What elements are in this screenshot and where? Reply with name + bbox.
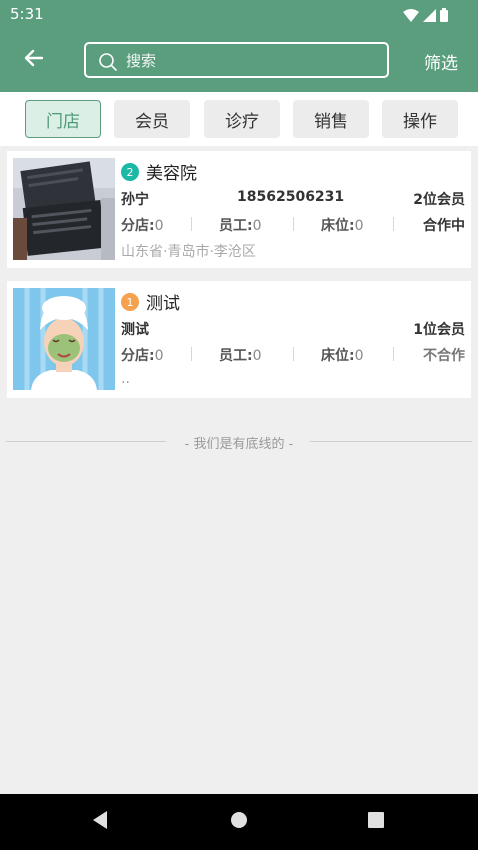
member-count: 1位会员 (413, 322, 465, 338)
search-icon (98, 52, 118, 76)
branch-count: 0 (154, 218, 164, 234)
contact-name: 测试 (121, 322, 149, 338)
divider (191, 217, 192, 231)
store-address: .. (121, 371, 130, 387)
divider (393, 347, 394, 361)
category-tabs: 门店 会员 诊疗 销售 操作 (0, 92, 478, 146)
status-time: 5:31 (10, 5, 44, 23)
branch-stat: 分店:0 (121, 215, 164, 235)
store-address: 山东省·青岛市·李沧区 (121, 244, 256, 260)
cellular-signal-icon (423, 7, 436, 26)
divider (293, 347, 294, 361)
status-icons (403, 7, 448, 26)
store-name: 美容院 (146, 164, 197, 184)
divider (191, 347, 192, 361)
staff-count: 0 (252, 218, 262, 234)
tab-operation[interactable]: 操作 (382, 100, 458, 138)
tab-sales[interactable]: 销售 (293, 100, 369, 138)
contact-phone: 18562506231 (237, 189, 345, 205)
branch-stat: 分店:0 (121, 345, 164, 365)
end-text: - 我们是有底线的 - (184, 437, 294, 452)
store-stats-row: 分店:0 员工:0 床位:0 合作中 (121, 215, 465, 235)
store-card[interactable]: 2 美容院 孙宁 18562506231 2位会员 分店:0 员工:0 床位:0… (7, 151, 471, 268)
nav-home-button[interactable] (227, 810, 251, 834)
cooperation-status: 合作中 (423, 218, 465, 234)
rank-badge: 1 (121, 293, 139, 311)
bed-label: 床位: (321, 348, 355, 364)
staff-label: 员工: (219, 348, 253, 364)
staff-label: 员工: (219, 218, 253, 234)
store-name: 测试 (146, 294, 180, 314)
divider (293, 217, 294, 231)
bed-stat: 床位:0 (321, 345, 364, 365)
nav-back-button[interactable] (88, 810, 112, 834)
bed-label: 床位: (321, 218, 355, 234)
bed-stat: 床位:0 (321, 215, 364, 235)
store-card[interactable]: 1 测试 测试 1位会员 分店:0 员工:0 床位:0 不合作 .. (7, 281, 471, 398)
contact-name: 孙宁 (121, 192, 149, 208)
member-count: 2位会员 (413, 192, 465, 208)
back-triangle-icon (91, 810, 109, 834)
bed-count: 0 (354, 218, 364, 234)
tab-treatment[interactable]: 诊疗 (204, 100, 280, 138)
nav-recents-button[interactable] (364, 810, 388, 834)
store-photo (13, 288, 115, 390)
app-bar: 筛选 (0, 28, 478, 92)
store-photo (13, 158, 115, 260)
staff-stat: 员工:0 (219, 215, 262, 235)
cooperation-status: 不合作 (423, 348, 465, 364)
recents-square-icon (367, 811, 385, 833)
divider (393, 217, 394, 231)
store-stats-row: 分店:0 员工:0 床位:0 不合作 (121, 345, 465, 365)
store-contact-row: 孙宁 18562506231 2位会员 (121, 189, 465, 209)
tab-member[interactable]: 会员 (114, 100, 190, 138)
wifi-icon (403, 7, 419, 26)
branch-label: 分店: (121, 218, 155, 234)
status-bar: 5:31 (0, 0, 478, 28)
branch-label: 分店: (121, 348, 155, 364)
bed-count: 0 (354, 348, 364, 364)
staff-count: 0 (252, 348, 262, 364)
list-end-indicator: - 我们是有底线的 - (6, 432, 472, 452)
tab-store[interactable]: 门店 (25, 100, 101, 138)
store-info: 2 美容院 孙宁 18562506231 2位会员 分店:0 员工:0 床位:0… (121, 151, 465, 268)
arrow-left-icon (23, 49, 44, 71)
search-box[interactable] (84, 42, 389, 78)
store-info: 1 测试 测试 1位会员 分店:0 员工:0 床位:0 不合作 .. (121, 281, 465, 398)
battery-icon (440, 7, 448, 26)
branch-count: 0 (154, 348, 164, 364)
filter-button[interactable]: 筛选 (424, 49, 458, 74)
search-input[interactable] (126, 50, 376, 72)
system-nav-bar (0, 794, 478, 850)
back-button[interactable] (16, 44, 50, 76)
store-contact-row: 测试 1位会员 (121, 319, 465, 339)
home-circle-icon (229, 810, 249, 834)
staff-stat: 员工:0 (219, 345, 262, 365)
rank-badge: 2 (121, 163, 139, 181)
